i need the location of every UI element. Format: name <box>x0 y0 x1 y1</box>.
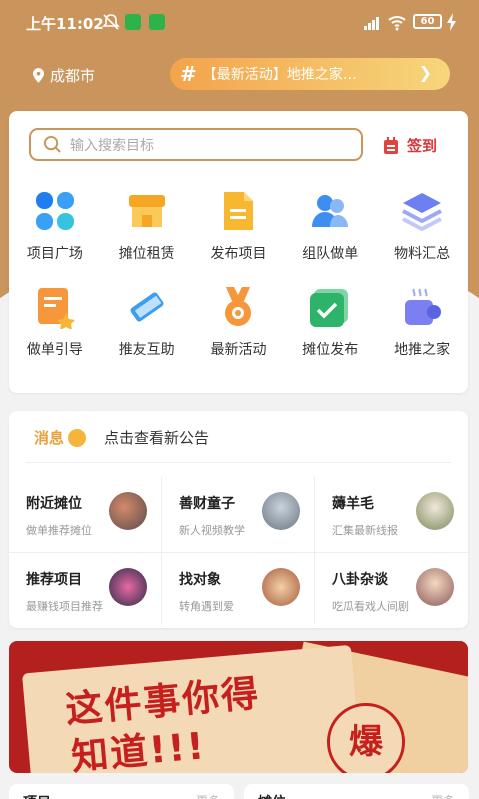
medal-icon <box>225 287 252 326</box>
grid-item-team-order[interactable]: 组队做单 <box>284 189 376 263</box>
more-link[interactable]: 更多 <box>196 792 220 799</box>
avatar <box>262 568 300 606</box>
ruler-icon <box>130 292 164 322</box>
avatar <box>262 492 300 530</box>
city-selector[interactable]: 成都市 <box>33 65 95 86</box>
news-cell-recommended[interactable]: 推荐项目 最赚钱项目推荐 <box>9 553 162 625</box>
signin-button[interactable]: 签到 <box>383 135 437 156</box>
project-section-card[interactable]: 项目 更多 <box>9 784 234 799</box>
avatar <box>416 568 454 606</box>
status-bar: 上午11:02 60 <box>0 0 479 46</box>
section-title: 摊位 <box>258 792 286 799</box>
banner-badge: 爆 <box>327 703 405 773</box>
calendar-icon <box>384 136 398 154</box>
grid-item-latest-activity[interactable]: 最新活动 <box>193 285 285 359</box>
notice-text: 【最新活动】地推之家… <box>202 67 357 83</box>
wifi-icon <box>388 16 406 31</box>
notice-bar[interactable]: # 【最新活动】地推之家… ❯ <box>170 58 450 90</box>
search-placeholder: 输入搜索目标 <box>70 137 154 154</box>
status-time: 上午11:02 <box>26 15 104 33</box>
signin-label: 签到 <box>407 137 438 155</box>
mute-icon <box>102 14 120 30</box>
hash-icon: # <box>180 62 197 86</box>
promo-banner[interactable]: 这件事你得 知道!!! 爆 <box>9 641 468 773</box>
chevron-right-icon: ❯ <box>418 63 432 82</box>
news-tag: 消息 <box>34 429 65 447</box>
avatar <box>109 492 147 530</box>
news-cells: 附近摊位 做单推荐摊位 善财童子 新人视频教学 薅羊毛 汇集最新线报 推荐项目 … <box>9 477 468 625</box>
stall-icon <box>128 195 165 227</box>
grid-item-materials[interactable]: 物料汇总 <box>376 189 468 263</box>
news-cell-deals[interactable]: 薅羊毛 汇集最新线报 <box>315 477 468 553</box>
more-link[interactable]: 更多 <box>431 792 455 799</box>
search-icon <box>43 135 61 153</box>
check-icon <box>310 289 349 327</box>
grid-item-ground-home[interactable]: 地推之家 <box>376 285 468 359</box>
clover-icon <box>35 192 74 230</box>
news-cell-gossip[interactable]: 八卦杂谈 吃瓜看戏人间剧 <box>315 553 468 625</box>
announcement-bar[interactable]: 消息 点击查看新公告 <box>34 427 209 448</box>
grid-item-publish-project[interactable]: 发布项目 <box>193 189 285 263</box>
guide-icon <box>37 288 75 329</box>
news-cell-nearby-stalls[interactable]: 附近摊位 做单推荐摊位 <box>9 477 162 553</box>
stall-section-card[interactable]: 摊位 更多 <box>244 784 469 799</box>
news-cell-mentor[interactable]: 善财童子 新人视频教学 <box>162 477 315 553</box>
main-menu-card: 输入搜索目标 签到 项目广场 摊位租赁 发布项目 组队做单 物料汇总 做单引导 <box>9 111 468 393</box>
document-icon <box>224 192 254 230</box>
battery-icon: 60 <box>413 14 442 29</box>
app-notification-icon <box>125 14 141 30</box>
signal-icon <box>364 17 379 30</box>
grid-item-mutual-help[interactable]: 推友互助 <box>101 285 193 359</box>
news-card: 消息 点击查看新公告 附近摊位 做单推荐摊位 善财童子 新人视频教学 薅羊毛 汇… <box>9 411 468 628</box>
location-pin-icon <box>33 68 44 83</box>
speaker-icon <box>68 428 87 447</box>
app-notification-icon <box>149 14 165 30</box>
cup-icon <box>405 288 442 325</box>
announcement-text: 点击查看新公告 <box>104 429 210 447</box>
team-icon <box>312 195 349 227</box>
avatar <box>109 568 147 606</box>
grid-item-project-square[interactable]: 项目广场 <box>9 189 101 263</box>
charging-icon <box>447 13 456 31</box>
city-name: 成都市 <box>50 67 96 85</box>
avatar <box>416 492 454 530</box>
divider <box>26 462 451 463</box>
grid-item-order-guide[interactable]: 做单引导 <box>9 285 101 359</box>
layers-icon <box>402 193 443 232</box>
grid-item-stall-rental[interactable]: 摊位租赁 <box>101 189 193 263</box>
feature-grid: 项目广场 摊位租赁 发布项目 组队做单 物料汇总 做单引导 推友互助 最新活动 <box>9 189 468 359</box>
section-title: 项目 <box>23 792 51 799</box>
news-cell-dating[interactable]: 找对象 转角遇到爱 <box>162 553 315 625</box>
grid-item-stall-publish[interactable]: 摊位发布 <box>284 285 376 359</box>
search-input[interactable]: 输入搜索目标 <box>29 128 363 161</box>
